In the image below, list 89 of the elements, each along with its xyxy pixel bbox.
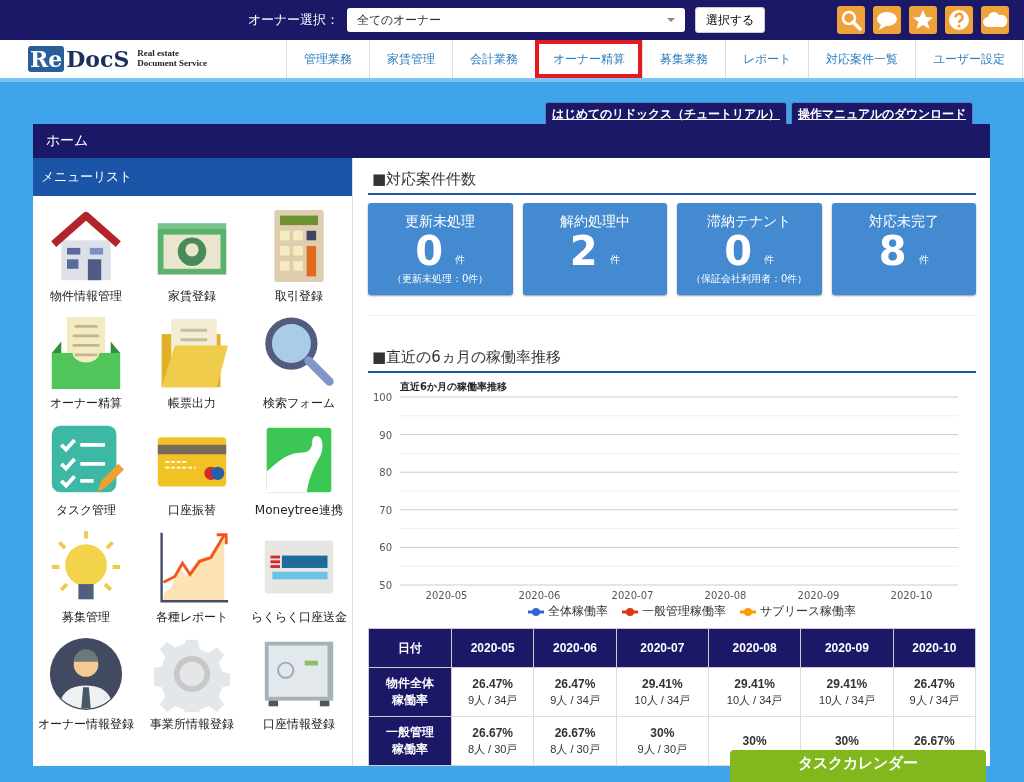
x-tick-label: 2020-08	[704, 590, 747, 601]
column-header: 2020-09	[800, 628, 894, 668]
menu-item[interactable]: 各種レポート	[139, 529, 246, 626]
column-header: 2020-05	[451, 628, 534, 668]
case-card[interactable]: 更新未処理 0 件 （更新未処理：0件）	[368, 203, 513, 295]
nav-tab[interactable]: 会計業務	[452, 40, 535, 78]
nav-tab[interactable]: レポート	[725, 40, 808, 78]
chat-icon[interactable]	[873, 6, 901, 34]
legend-label: 一般管理稼働率	[642, 603, 726, 620]
menu-item[interactable]: 口座振替	[139, 422, 246, 519]
menu-item[interactable]: 事業所情報登録	[139, 636, 246, 733]
card-label: 更新未処理	[405, 213, 476, 231]
menu-item[interactable]: タスク管理	[33, 422, 140, 519]
menu-item[interactable]: 帳票出力	[139, 315, 246, 412]
table-cell: 29.41% 10人 / 34戸	[800, 667, 894, 717]
section-title: ■直近の6ヵ月の稼働率推移	[368, 346, 976, 373]
y-tick-label: 50	[379, 580, 392, 591]
menu-item[interactable]: 取引登録	[245, 208, 352, 305]
y-tick-label: 80	[379, 467, 392, 479]
owner-select[interactable]: 全てのオーナー	[347, 8, 685, 32]
menu-item[interactable]: Moneytree連携	[245, 422, 352, 519]
menu-item[interactable]: オーナー情報登録	[33, 636, 140, 733]
case-card[interactable]: 対応未完了 8 件	[831, 203, 976, 295]
owner-select-label: オーナー選択：	[248, 11, 339, 29]
nav-tab[interactable]: ユーザー設定	[915, 40, 1023, 78]
table-cell: 26.67% 8人 / 30戸	[451, 716, 534, 766]
header-link[interactable]: 操作マニュアルのダウンロード	[791, 102, 973, 124]
x-tick-label: 2020-05	[425, 590, 468, 601]
select-button[interactable]: 選択する	[695, 7, 765, 33]
card-unit: 件	[609, 253, 620, 267]
card-label: 解約処理中	[559, 213, 630, 231]
section-title: ■対応案件件数	[368, 168, 976, 195]
y-tick-label: 90	[379, 429, 392, 441]
card-label: 滞納テナント	[707, 213, 792, 231]
column-header: 2020-07	[616, 628, 709, 668]
x-tick-label: 2020-09	[797, 590, 840, 601]
case-card[interactable]: 解約処理中 2 件	[522, 203, 667, 295]
x-tick-label: 2020-10	[890, 590, 933, 601]
card-count: 0	[415, 231, 444, 271]
menu-item[interactable]: 検索フォーム	[245, 315, 352, 412]
nav-tab[interactable]: 募集業務	[642, 40, 725, 78]
nav-tab[interactable]: 対応案件一覧	[808, 40, 915, 78]
search-icon[interactable]	[837, 6, 865, 34]
table-cell: 26.47% 9人 / 34戸	[893, 667, 976, 717]
header-link[interactable]: はじめてのリドックス（チュートリアル）	[545, 102, 787, 124]
column-header: 2020-08	[708, 628, 801, 668]
person-icon	[48, 636, 125, 712]
table-cell: 26.47% 9人 / 34戸	[533, 667, 617, 717]
card-note: （保証会社利用者：0件）	[691, 272, 808, 286]
column-header: 2020-06	[533, 628, 617, 668]
card-unit: 件	[764, 253, 775, 267]
table-cell: 29.41% 10人 / 34戸	[708, 667, 801, 717]
table-cell: 29.41% 10人 / 34戸	[616, 667, 709, 717]
card-count: 8	[878, 231, 907, 271]
card-note: （更新未処理：0件）	[392, 272, 489, 286]
y-tick-label: 100	[372, 392, 392, 403]
menu-item[interactable]: 口座情報登録	[245, 636, 352, 733]
card-count: 0	[724, 231, 753, 271]
row-header: 物件全体稼働率	[386, 675, 434, 709]
card-unit: 件	[455, 253, 466, 267]
card-count: 2	[569, 231, 598, 271]
table-cell: 30% 9人 / 30戸	[616, 716, 709, 766]
legend-label: 全体稼働率	[548, 603, 608, 620]
menu-item[interactable]: 募集管理	[33, 529, 140, 626]
menu-item[interactable]: 家賃登録	[139, 208, 246, 305]
table-cell: 26.47% 9人 / 34戸	[451, 667, 534, 717]
nav-tab[interactable]: オーナー精算	[535, 40, 642, 78]
menu-item[interactable]: らくらく口座送金	[245, 529, 352, 626]
column-header: 日付	[368, 628, 452, 668]
menu-item[interactable]: オーナー精算	[33, 315, 140, 412]
nav-tab[interactable]: 管理業務	[286, 40, 369, 78]
page-title: ホーム	[33, 124, 990, 158]
table-cell: 26.67% 8人 / 30戸	[533, 716, 617, 766]
x-tick-label: 2020-07	[611, 590, 654, 601]
row-header: 一般管理稼働率	[386, 724, 434, 758]
chart-title: 直近6か月の稼働率推移	[400, 381, 507, 392]
help-icon[interactable]	[945, 6, 973, 34]
x-tick-label: 2020-06	[518, 590, 561, 601]
menu-list-header: メニューリスト	[33, 158, 352, 196]
y-tick-label: 70	[379, 504, 392, 516]
menu-item[interactable]: 物件情報管理	[33, 208, 140, 305]
column-header: 2020-10	[893, 628, 976, 668]
y-tick-label: 60	[379, 542, 392, 554]
cloud-icon[interactable]	[981, 6, 1009, 34]
card-label: 対応未完了	[868, 213, 939, 231]
nav-tab[interactable]: 家賃管理	[369, 40, 452, 78]
legend-label: サブリース稼働率	[760, 603, 856, 620]
case-card[interactable]: 滞納テナント 0 件 （保証会社利用者：0件）	[677, 203, 822, 295]
card-unit: 件	[918, 253, 929, 267]
